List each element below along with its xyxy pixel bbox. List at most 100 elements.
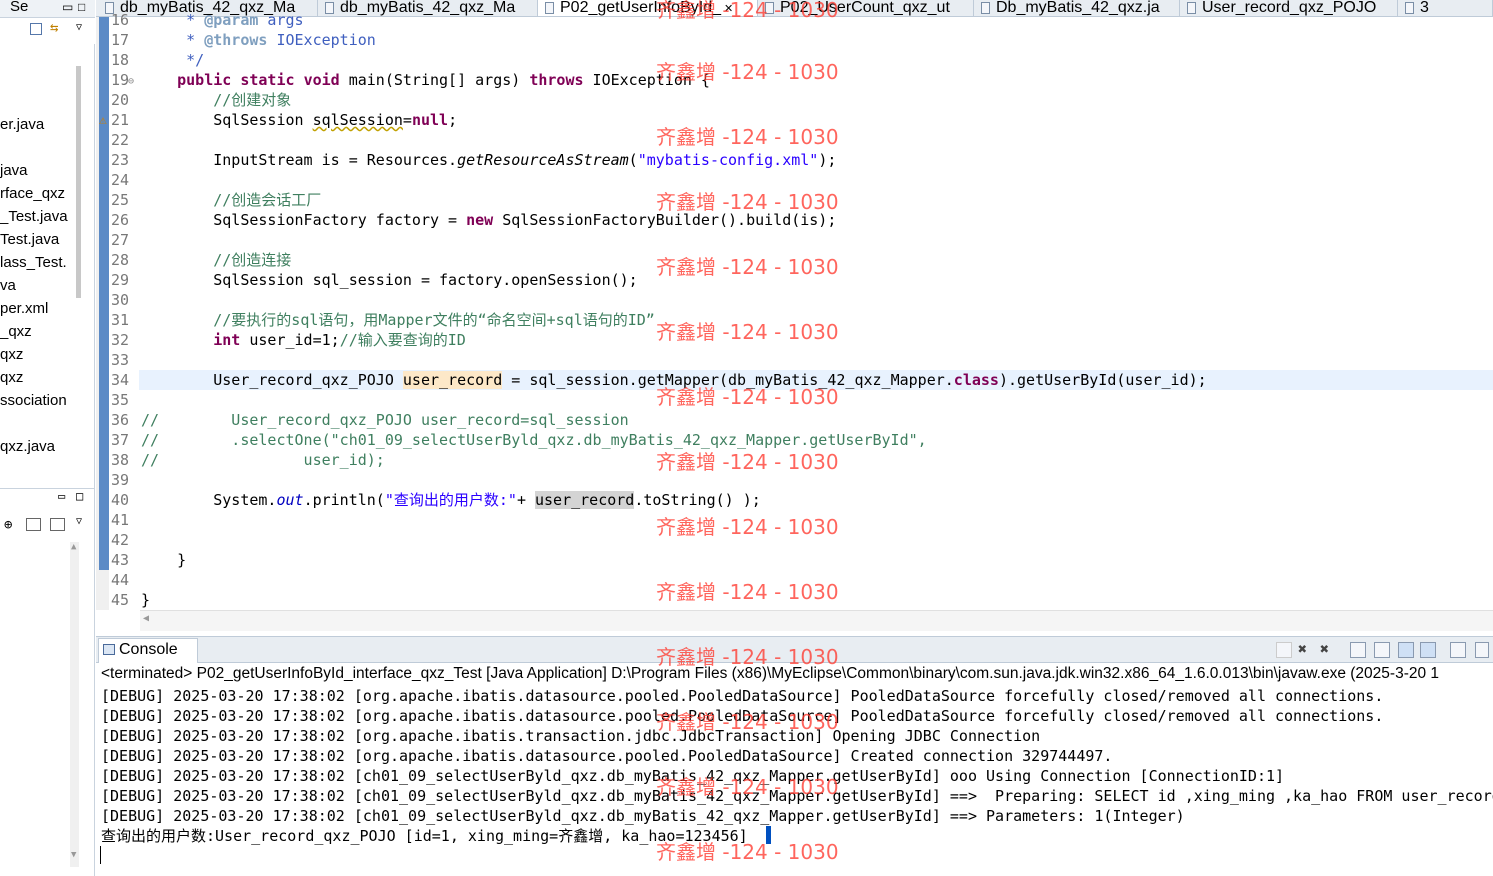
package-explorer-title: Se xyxy=(10,0,29,15)
code-token: //创造连接 xyxy=(141,251,292,269)
file-tree-item[interactable]: qxz.java xyxy=(0,435,74,458)
warning-icon[interactable]: ⚠ xyxy=(99,113,107,128)
editor-tab[interactable]: 3 xyxy=(1398,0,1493,16)
show-on-output-icon[interactable] xyxy=(1398,642,1414,658)
file-tree-item[interactable]: _Test.java xyxy=(0,205,74,228)
file-tree-item[interactable] xyxy=(0,412,74,435)
code-line[interactable]: } xyxy=(141,550,186,570)
file-tree-item[interactable]: java xyxy=(0,159,74,182)
view-menu-icon[interactable]: ▽ xyxy=(76,22,82,33)
file-tree-item[interactable]: rface_qxz xyxy=(0,182,74,205)
code-line[interactable]: * @throws IOException xyxy=(141,30,376,50)
code-line[interactable]: // User_record_qxz_POJO user_record=sql_… xyxy=(141,410,629,430)
explorer-scrollbar-thumb[interactable] xyxy=(76,66,81,298)
code-line[interactable]: //创建对象 xyxy=(141,90,291,110)
scroll-down-icon[interactable]: ▼ xyxy=(71,850,76,860)
code-line[interactable]: public static void main(String[] args) t… xyxy=(141,70,710,90)
file-tree-item[interactable]: Test.java xyxy=(0,228,74,251)
code-line[interactable]: */ xyxy=(141,50,204,70)
minimize-icon[interactable]: ▭ xyxy=(62,0,73,14)
file-tree-item[interactable]: va xyxy=(0,274,74,297)
remove-launch-icon[interactable]: ✖ xyxy=(1298,640,1307,658)
code-token: // user_id); xyxy=(141,451,385,469)
line-number: 33 xyxy=(110,351,129,369)
console-line: 查询出的用户数:User_record_qxz_POJO [id=1, xing… xyxy=(101,827,748,845)
hide-static-icon[interactable] xyxy=(50,518,65,531)
file-tree-item[interactable]: _qxz xyxy=(0,320,74,343)
editor-tab-label: P02_getUserInfoById_ xyxy=(560,0,721,16)
file-tree-item[interactable]: qxz xyxy=(0,366,74,389)
editor-tab-label: Db_myBatis_42_qxz.ja xyxy=(996,0,1160,16)
code-token: static xyxy=(240,71,295,89)
code-token: * xyxy=(141,11,205,29)
code-token: } xyxy=(141,551,187,569)
code-token: + xyxy=(516,491,535,509)
code-line[interactable]: User_record_qxz_POJO user_record = sql_s… xyxy=(141,370,1207,390)
line-number: 26 xyxy=(110,211,129,229)
clear-console-icon[interactable] xyxy=(1350,642,1366,658)
console-line: [DEBUG] 2025-03-20 17:38:02 [ch01_09_sel… xyxy=(101,807,1185,825)
editor-tab[interactable]: Db_myBatis_42_qxz.ja xyxy=(974,0,1180,16)
file-tree-item[interactable]: lass_Test. xyxy=(0,251,74,274)
code-line[interactable]: InputStream is = Resources.getResourceAs… xyxy=(141,150,836,170)
editor-tab-label: db_myBatis_42_qxz_Ma xyxy=(340,0,516,16)
minimize-icon[interactable]: ▭ xyxy=(58,489,65,503)
file-tree-item[interactable] xyxy=(0,136,74,159)
maximize-icon[interactable]: □ xyxy=(78,0,85,14)
code-token: out xyxy=(276,491,304,509)
code-token: .println( xyxy=(303,491,385,509)
code-token: = sql_session.getMapper(db_myBatis_42_qx… xyxy=(502,371,954,389)
file-tree-item[interactable]: per.xml xyxy=(0,297,74,320)
display-console-icon[interactable] xyxy=(1475,642,1489,658)
zoom-icon[interactable]: ⊕ xyxy=(4,517,12,533)
code-token: user_record xyxy=(402,371,503,389)
console-title: <terminated> P02_getUserInfoById_interfa… xyxy=(101,665,1440,682)
code-line[interactable]: SqlSession sqlSession=null; xyxy=(141,110,457,130)
file-tree-item[interactable]: ssociation xyxy=(0,389,74,412)
scroll-up-icon[interactable]: ▲ xyxy=(71,542,76,552)
fold-icon[interactable]: ⊖ xyxy=(128,76,134,87)
outline-scrollbar[interactable]: ▲ ▼ xyxy=(70,542,79,867)
line-number: 23 xyxy=(110,151,129,169)
file-tree-item[interactable]: qxz xyxy=(0,343,74,366)
close-icon[interactable]: ✕ xyxy=(721,3,733,15)
line-number: 44 xyxy=(110,571,129,589)
code-line[interactable]: //创造连接 xyxy=(141,250,291,270)
explorer-scrollbar[interactable] xyxy=(74,44,83,464)
scroll-lock-icon[interactable] xyxy=(1374,642,1390,658)
remove-all-icon[interactable]: ✖ xyxy=(1320,640,1329,658)
hide-fields-icon[interactable] xyxy=(26,518,41,531)
code-line[interactable]: //要执行的sql语句，用Mapper文件的“命名空间+sql语句的ID” xyxy=(141,310,655,330)
scroll-left-icon[interactable]: ◀ xyxy=(143,613,149,624)
editor-hscrollbar[interactable]: ◀ xyxy=(140,610,1493,631)
collapse-all-icon[interactable] xyxy=(30,23,42,35)
code-line[interactable]: SqlSessionFactory factory = new SqlSessi… xyxy=(141,210,836,230)
code-line[interactable]: * @param args xyxy=(141,10,303,30)
editor-tab[interactable]: User_record_qxz_POJO xyxy=(1180,0,1398,16)
code-token: new xyxy=(466,211,494,229)
code-line[interactable]: } xyxy=(141,590,150,610)
code-line[interactable]: System.out.println("查询出的用户数:"+ user_reco… xyxy=(141,490,761,510)
terminate-icon[interactable] xyxy=(1276,642,1292,658)
code-token: User_record_qxz_POJO xyxy=(141,371,403,389)
code-line[interactable]: // .selectOne("ch01_09_selectUserByld_qx… xyxy=(141,430,927,450)
code-line[interactable]: int user_id=1;//输入要查询的ID xyxy=(141,330,466,350)
console-tab[interactable]: Console ✕ xyxy=(98,638,198,679)
code-token: //创造会话工厂 xyxy=(141,191,322,209)
show-on-error-icon[interactable] xyxy=(1420,642,1436,658)
code-token: public xyxy=(177,71,232,89)
line-number: 17 xyxy=(110,31,129,49)
line-number: 20 xyxy=(110,91,129,109)
code-line[interactable]: // user_id); xyxy=(141,450,385,470)
code-line[interactable]: SqlSession sql_session = factory.openSes… xyxy=(141,270,637,290)
scope-indicator xyxy=(99,17,109,570)
link-editor-icon[interactable]: ⇆ xyxy=(50,20,58,36)
view-menu-icon[interactable]: ▽ xyxy=(76,516,82,527)
code-line[interactable]: //创造会话工厂 xyxy=(141,190,321,210)
maximize-icon[interactable]: □ xyxy=(76,489,83,503)
file-tree-item[interactable]: er.java xyxy=(0,113,74,136)
editor-tab[interactable]: P02_getUserInfoById_ ✕ xyxy=(538,0,758,16)
editor-tab[interactable]: db_myBatis_42_qxz_Ma xyxy=(318,0,538,16)
editor-tab[interactable]: P02_UserCount_qxz_ut xyxy=(758,0,974,16)
pin-console-icon[interactable] xyxy=(1450,642,1466,658)
